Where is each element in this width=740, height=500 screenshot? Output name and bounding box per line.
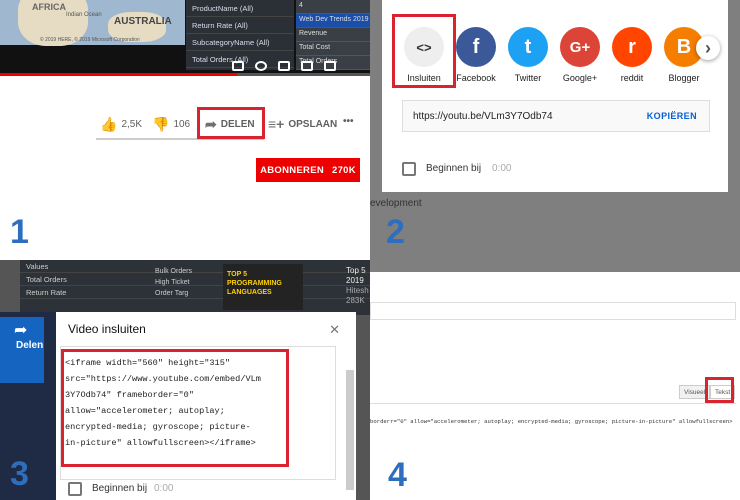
save-button[interactable]: ≡+ OPSLAAN [268,116,337,132]
embed-dialog: Video insluiten ✕ <iframe width="560" he… [56,312,356,500]
start-at-time: 0:00 [492,163,512,174]
filter-row[interactable]: Return Rate (All) [186,17,294,34]
highlight-share [197,107,265,139]
rec-sub: 2019 [346,276,364,285]
playlist-add-icon: ≡+ [268,116,285,132]
start-at-label: Beginnen bij [426,163,482,174]
save-label: OPSLAAN [288,118,338,130]
start-at-time: 0:00 [154,483,174,494]
share-url: https://youtu.be/VLm3Y7Odb74 [413,111,553,122]
subtitles-icon[interactable] [232,61,244,71]
google-plus-icon[interactable]: G+ [560,27,600,67]
progress-bar[interactable] [0,73,370,76]
map-label-australia: AUSTRALIA [114,16,172,27]
like-count: 2,5K [121,119,143,130]
dislike-count: 106 [173,119,191,130]
subscriber-count: 270K [332,164,356,176]
cms-editor: Visueel Tekst borderr="0" allow="acceler… [370,272,740,500]
share-label-googleplus: Google+ [562,73,598,83]
bg-list: Bulk Orders High Ticket Order Targ [155,266,192,299]
filter-row[interactable]: SubcategoryName (All) [186,34,294,51]
close-icon[interactable]: ✕ [329,322,340,338]
recommendation-info: Top 5 2019 Hitesh 283K [346,266,369,306]
miniplayer-icon[interactable] [278,61,290,71]
bg-row: Return Rate [20,286,370,299]
scrollbar[interactable] [346,370,354,490]
field-item: 4 [296,0,370,14]
step-1-panel: AFRICA Indian Ocean AUSTRALIA © 2019 HER… [0,0,370,260]
step-3-panel: Values Total Orders Return Rate Bulk Ord… [0,260,370,500]
share-label-blogger: Blogger [668,73,700,83]
background-text: evelopment [370,198,422,209]
share-label-reddit: reddit [620,73,644,83]
field-item: Revenue [296,28,370,42]
rec-title: Top 5 [346,266,366,275]
share-label-twitter: Twitter [514,73,542,83]
thumbs-down-icon: 👎 [152,116,170,132]
rec-channel: Hitesh [346,286,369,295]
background-filter-panel: Values Total Orders Return Rate Bulk Ord… [20,260,370,315]
map-visual: AFRICA Indian Ocean AUSTRALIA © 2019 HER… [0,0,185,46]
copy-button[interactable]: KOPIËREN [647,111,697,121]
bg-list-item: Bulk Orders [155,268,192,275]
twitter-icon[interactable]: t [508,27,548,67]
start-at-checkbox[interactable] [68,482,82,496]
bg-list-item: High Ticket [155,279,190,286]
map-label-africa: AFRICA [32,2,66,12]
bg-list-item: Order Targ [155,290,189,297]
start-at-label: Beginnen bij [92,483,148,494]
field-item: Web Dev Trends 2019 [296,14,370,28]
subscribe-button[interactable]: ABONNEREN 270K [256,158,360,182]
facebook-icon[interactable]: f [456,27,496,67]
subscribe-label: ABONNEREN [260,164,324,176]
rec-views: 283K [346,296,365,305]
share-arrow-icon: ➦ [14,322,28,339]
field-item: Total Cost [296,42,370,56]
like-button[interactable]: 👍 2,5K [100,116,142,133]
step-2-panel: <> Insluiten f Facebook t Twitter G+ Goo… [370,0,740,260]
thumbs-up-icon: 👍 [100,116,118,132]
dislike-button[interactable]: 👎 106 [152,116,190,133]
settings-gear-icon[interactable] [255,61,267,71]
highlight-code [61,349,289,467]
editor-divider [370,403,736,404]
more-dots-icon: ••• [343,116,354,127]
step-4-panel: Visueel Tekst borderr="0" allow="acceler… [370,260,740,500]
more-actions-button[interactable]: ••• [343,116,354,127]
highlight-text-tab [705,377,734,403]
filter-row[interactable]: ProductName (All) [186,0,294,17]
start-at-checkbox[interactable] [402,162,416,176]
editor-code-line[interactable]: borderr="0" allow="accelerometer; autopl… [370,418,733,425]
fullscreen-icon[interactable] [324,61,336,71]
bg-row: Total Orders [20,273,370,286]
reddit-icon[interactable]: r [612,27,652,67]
highlight-embed [392,14,456,88]
dialog-title: Video insluiten [68,322,146,336]
step-number: 2 [386,213,405,251]
video-thumbnail[interactable]: TOP 5 PROGRAMMING LANGUAGES [223,264,303,310]
share-url-field[interactable]: https://youtu.be/VLm3Y7Odb74 KOPIËREN [402,100,710,132]
step-number: 3 [10,455,29,493]
map-credit: © 2019 HERE, © 2019 Microsoft Corporatio… [40,37,140,43]
share-dialog: <> Insluiten f Facebook t Twitter G+ Goo… [382,0,728,192]
player-controls [232,58,368,72]
title-input[interactable] [370,302,736,320]
share-label: Delen [16,340,44,351]
theater-mode-icon[interactable] [301,61,313,71]
video-player[interactable]: AFRICA Indian Ocean AUSTRALIA © 2019 HER… [0,0,370,76]
step-number: 4 [388,456,407,494]
map-label-ocean: Indian Ocean [66,12,102,18]
step-number: 1 [10,213,29,251]
chevron-right-icon[interactable]: › [696,36,720,60]
bg-row: Values [20,260,370,273]
